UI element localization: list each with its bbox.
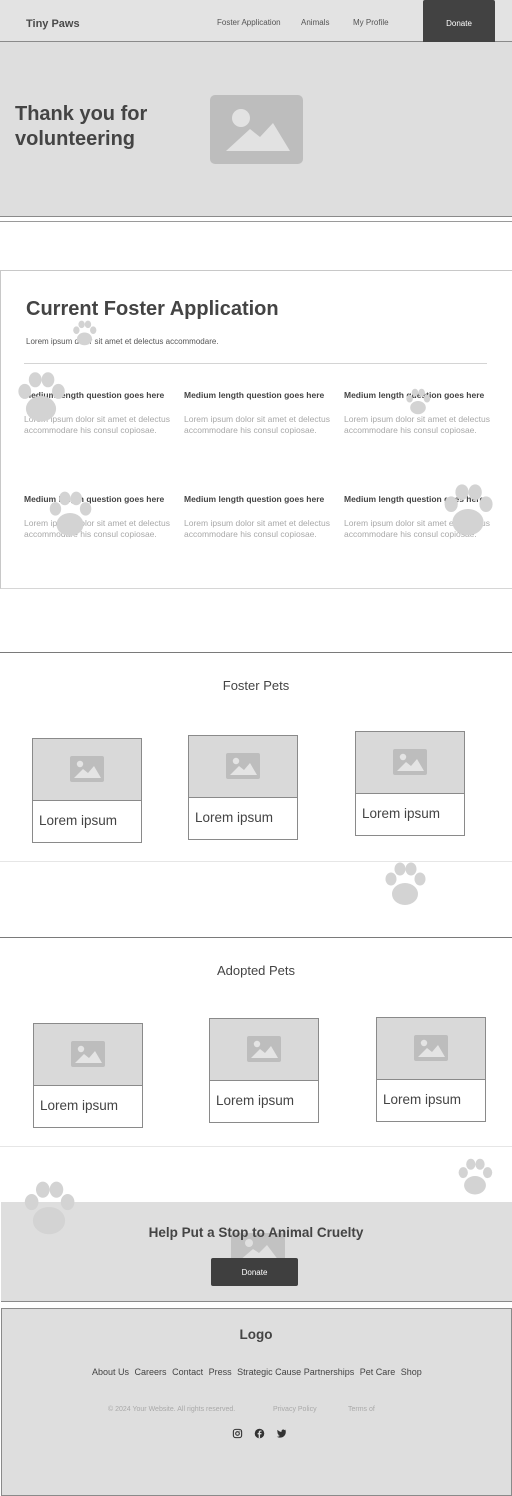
- image-placeholder-icon: [393, 749, 427, 775]
- pet-image: [377, 1018, 485, 1080]
- pet-image: [34, 1024, 142, 1086]
- question-answer: Lorem ipsum dolor sit amet et delectus a…: [184, 518, 330, 539]
- footer-link-shop[interactable]: Shop: [401, 1367, 422, 1377]
- footer-link-contact[interactable]: Contact: [172, 1367, 203, 1377]
- nav-link-my-profile[interactable]: My Profile: [353, 18, 389, 27]
- footer-link-strategic-cause-partnerships[interactable]: Strategic Cause Partnerships: [237, 1367, 354, 1377]
- hero-divider: [0, 221, 512, 222]
- footer-links: About Us Careers Contact Press Strategic…: [92, 1367, 425, 1377]
- paw-print-icon: [12, 367, 70, 425]
- paw-print-icon: [454, 1155, 496, 1197]
- question-answer: Lorem ipsum dolor sit amet et delectus a…: [184, 414, 330, 435]
- cta-donate-button[interactable]: Donate: [211, 1258, 298, 1286]
- image-placeholder-icon: [247, 1036, 281, 1062]
- image-placeholder-icon: [71, 1041, 105, 1067]
- paw-print-icon: [18, 1176, 80, 1238]
- instagram-icon[interactable]: [232, 1428, 243, 1439]
- image-placeholder-icon: [70, 756, 104, 782]
- section-divider: [0, 861, 512, 862]
- question-title: Medium length question goes here: [184, 494, 325, 504]
- foster-pets-title: Foster Pets: [222, 678, 290, 693]
- question-answer: Lorem ipsum dolor sit amet et delectus a…: [344, 414, 490, 435]
- section-divider: [0, 652, 512, 653]
- nav-link-foster-application[interactable]: Foster Application: [217, 18, 281, 27]
- pet-image: [356, 732, 464, 794]
- paw-print-icon: [438, 479, 498, 539]
- adopted-pets-title: Adopted Pets: [216, 963, 296, 978]
- brand-logo[interactable]: Tiny Paws: [26, 18, 80, 30]
- paw-print-icon: [70, 318, 99, 347]
- hero-title: Thank you for volunteering: [15, 103, 148, 150]
- nav-link-animals[interactable]: Animals: [301, 18, 329, 27]
- image-placeholder-icon: [226, 753, 260, 779]
- pet-name: Lorem ipsum: [195, 810, 274, 825]
- paw-print-icon: [380, 858, 430, 908]
- question-item: Medium length question goes here Lorem i…: [184, 390, 334, 435]
- donate-button[interactable]: Donate: [423, 0, 495, 46]
- pet-name: Lorem ipsum: [383, 1092, 462, 1107]
- pet-card[interactable]: Lorem ipsum: [32, 738, 142, 843]
- paw-print-icon: [403, 386, 433, 416]
- question-item: Medium length question goes here Lorem i…: [184, 494, 334, 539]
- footer-link-about-us[interactable]: About Us: [92, 1367, 129, 1377]
- footer-privacy-link[interactable]: Privacy Policy: [273, 1406, 317, 1413]
- pet-name: Lorem ipsum: [216, 1093, 295, 1108]
- page: Tiny Paws Foster Application Animals My …: [0, 0, 512, 1496]
- facebook-icon[interactable]: [254, 1428, 265, 1439]
- footer-terms-link[interactable]: Terms of: [348, 1406, 375, 1413]
- twitter-icon[interactable]: [276, 1428, 287, 1439]
- footer-link-careers[interactable]: Careers: [135, 1367, 167, 1377]
- pet-card[interactable]: Lorem ipsum: [188, 735, 298, 840]
- application-divider: [24, 363, 487, 364]
- paw-print-icon: [44, 487, 96, 539]
- footer-link-pet-care[interactable]: Pet Care: [360, 1367, 396, 1377]
- pet-name: Lorem ipsum: [39, 813, 118, 828]
- section-divider: [0, 937, 512, 938]
- footer-logo: Logo: [239, 1327, 273, 1342]
- application-subtitle: Lorem ipsum dolor sit amet et delectus a…: [26, 337, 219, 346]
- pet-image: [189, 736, 297, 798]
- pet-card[interactable]: Lorem ipsum: [355, 731, 465, 836]
- application-title: Current Foster Application: [26, 298, 279, 320]
- footer-copyright: © 2024 Your Website. All rights reserved…: [108, 1406, 236, 1413]
- image-placeholder-icon: [414, 1035, 448, 1061]
- section-divider: [0, 1146, 512, 1147]
- pet-card[interactable]: Lorem ipsum: [209, 1018, 319, 1123]
- pet-name: Lorem ipsum: [40, 1098, 119, 1113]
- hero-image-placeholder-icon: [210, 95, 303, 164]
- pet-card[interactable]: Lorem ipsum: [33, 1023, 143, 1128]
- question-title: Medium length question goes here: [184, 390, 325, 400]
- footer-link-press[interactable]: Press: [209, 1367, 232, 1377]
- pet-image: [210, 1019, 318, 1081]
- pet-image: [33, 739, 141, 801]
- pet-card[interactable]: Lorem ipsum: [376, 1017, 486, 1122]
- pet-name: Lorem ipsum: [362, 806, 441, 821]
